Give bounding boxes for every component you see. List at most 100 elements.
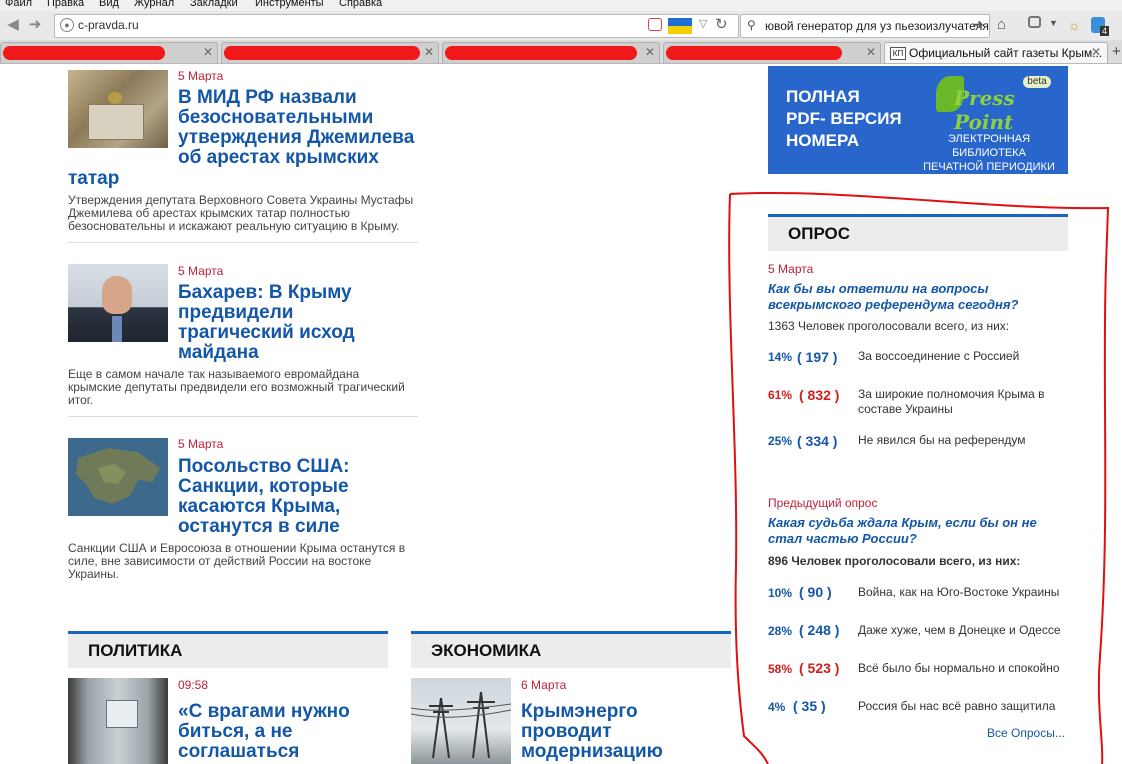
headline-line[interactable]: соглашаться <box>178 742 388 762</box>
headline-line[interactable]: Посольство США: <box>178 457 428 477</box>
poll-answer-line: За воссоединение с Россией <box>858 349 1020 363</box>
tab-4[interactable]: ✕ <box>663 42 881 63</box>
tab-strip: ✕ ✕ ✕ ✕ КП Официальный сайт газеты Крым.… <box>0 40 1122 64</box>
article-lede: Санкции США и Евросоюза в отношении Крым… <box>68 542 428 581</box>
headline-line[interactable]: останутся в силе <box>178 517 428 537</box>
close-icon[interactable]: ✕ <box>645 45 655 59</box>
poll-percent: 61% <box>768 388 793 402</box>
headline-line[interactable]: касаются Крыма, <box>178 497 428 517</box>
article-thumbnail[interactable] <box>68 70 168 148</box>
poll-percent: 4% <box>768 700 786 714</box>
headline-line[interactable]: майдана <box>178 343 428 363</box>
poll-question-line[interactable]: стал частью России? <box>768 531 1068 547</box>
headline-line[interactable]: трагический исход <box>178 323 428 343</box>
menu-dropdown-icon[interactable]: ▼ <box>1049 18 1058 28</box>
article-headline[interactable]: Бахарев: В Крыму предвидели трагический … <box>178 283 428 363</box>
section-heading-politics[interactable]: ПОЛИТИКА <box>68 634 388 668</box>
tab-active[interactable]: КП Официальный сайт газеты Крым... ✕ <box>884 42 1108 63</box>
article-thumbnail[interactable] <box>68 678 168 764</box>
article-headline[interactable]: В МИД РФ назвали безосновательными утвер… <box>178 88 428 168</box>
article-headline[interactable]: «С врагами нужно биться, а не соглашатьс… <box>178 702 388 762</box>
forward-arrow-icon[interactable]: ➜ <box>26 17 44 33</box>
back-arrow-icon[interactable]: ◀ <box>4 17 22 33</box>
poll-answer: Война, как на Юго-Востоке Украины <box>858 585 1060 599</box>
previous-poll-question[interactable]: Какая судьба ждала Крым, если бы он не с… <box>768 515 1068 547</box>
headline-line[interactable]: Крымэнерго <box>521 702 731 722</box>
poll-count: ( 248 ) <box>799 622 840 638</box>
article-headline[interactable]: Крымэнерго проводит модернизацию <box>521 702 731 762</box>
portrait-face <box>102 276 132 314</box>
pocket-icon[interactable] <box>1028 16 1041 28</box>
presspoint-logo: Press Point <box>954 86 1015 134</box>
menu-edit[interactable]: Правка <box>47 0 84 9</box>
headline-line[interactable]: татар <box>68 169 119 189</box>
headline-line[interactable]: Санкции, которые <box>178 477 428 497</box>
article-divider <box>68 416 418 417</box>
poll-count: ( 334 ) <box>797 433 838 449</box>
article-date: 5 Марта <box>178 69 224 83</box>
headline-line[interactable]: проводит <box>521 722 731 742</box>
headline-line[interactable]: модернизацию <box>521 742 731 762</box>
article-thumbnail[interactable] <box>68 438 168 516</box>
headline-line[interactable]: об арестах крымских <box>178 148 428 168</box>
poll-question[interactable]: Как бы вы ответили на вопросы всекрымско… <box>768 281 1068 313</box>
menu-bookmarks[interactable]: Закладки <box>190 0 238 9</box>
extension-icon[interactable]: ☼ <box>1068 17 1081 33</box>
redaction-mark <box>445 46 637 60</box>
home-icon[interactable]: ⌂ <box>997 16 1006 33</box>
close-icon[interactable]: ✕ <box>866 45 876 59</box>
poll-answer: Даже хуже, чем в Донецке и Одессе <box>858 623 1061 637</box>
poll-count: ( 523 ) <box>799 660 840 676</box>
menu-file[interactable]: Файл <box>5 0 32 9</box>
lede-line: крымские депутаты предвидели его возможн… <box>68 380 405 394</box>
tab-2[interactable]: ✕ <box>221 42 439 63</box>
new-tab-icon[interactable]: + <box>1112 43 1121 60</box>
pdf-version-banner[interactable]: ПОЛНАЯ PDF- ВЕРСИЯ НОМЕРА Press Point be… <box>768 66 1068 174</box>
headline-line[interactable]: биться, а не <box>178 722 388 742</box>
pocket-save-icon[interactable] <box>648 18 662 31</box>
banner-subtitle: ЭЛЕКТРОННАЯ БИБЛИОТЕКА ПЕЧАТНОЙ ПЕРИОДИК… <box>914 132 1064 174</box>
portrait-tie <box>112 316 122 342</box>
headline-line[interactable]: утверждения Джемилева <box>178 128 428 148</box>
menu-view[interactable]: Вид <box>99 0 119 9</box>
poll-answer: Не явился бы на референдум <box>858 433 1063 448</box>
banner-line: НОМЕРА <box>786 131 860 150</box>
article-thumbnail[interactable] <box>411 678 511 764</box>
article-headline[interactable]: Посольство США: Санкции, которые касаютс… <box>178 457 428 537</box>
close-icon[interactable]: ✕ <box>1091 45 1101 59</box>
previous-poll-total: 896 Человек проголосовали всего, из них: <box>768 554 1021 568</box>
poll-question-line[interactable]: Как бы вы ответили на вопросы <box>768 281 1068 297</box>
menu-history[interactable]: Журнал <box>134 0 174 9</box>
article-thumbnail[interactable] <box>68 264 168 342</box>
headline-line[interactable]: «С врагами нужно <box>178 702 388 722</box>
article-date: 5 Марта <box>178 437 224 451</box>
tab-3[interactable]: ✕ <box>442 42 660 63</box>
poll-answer: За воссоединение с Россией <box>858 349 1063 364</box>
menu-tools[interactable]: Инструменты <box>255 0 324 9</box>
headline-line[interactable]: предвидели <box>178 303 428 323</box>
url-text[interactable]: c-pravda.ru <box>78 18 139 32</box>
headline-line[interactable]: Бахарев: В Крыму <box>178 283 428 303</box>
search-icon: ⚲ <box>747 18 756 32</box>
previous-poll-label: Предыдущий опрос <box>768 496 878 510</box>
headline-line[interactable]: безосновательными <box>178 108 428 128</box>
reload-icon[interactable]: ↻ <box>715 15 728 33</box>
search-bar[interactable]: ⚲ ювой генератор для уз пьезоизлучателя … <box>740 14 990 38</box>
tab-1[interactable]: ✕ <box>0 42 218 63</box>
url-bar[interactable]: ● c-pravda.ru ▽ ↻ <box>54 14 739 38</box>
poll-percent: 25% <box>768 434 793 448</box>
redaction-mark <box>666 46 842 60</box>
headline-line[interactable]: В МИД РФ назвали <box>178 88 428 108</box>
all-polls-link[interactable]: Все Опросы... <box>987 726 1065 740</box>
search-input[interactable]: ювой генератор для уз пьезоизлучателя <box>765 19 989 33</box>
poll-question-line[interactable]: всекрымского референдума сегодня? <box>768 297 1068 313</box>
url-dropdown-icon[interactable]: ▽ <box>699 17 707 30</box>
section-heading-economy[interactable]: ЭКОНОМИКА <box>411 634 731 668</box>
close-icon[interactable]: ✕ <box>424 45 434 59</box>
menu-help[interactable]: Справка <box>339 0 382 9</box>
poll-date: 5 Марта <box>768 262 814 276</box>
search-go-icon[interactable]: ➜ <box>972 16 984 33</box>
close-icon[interactable]: ✕ <box>203 45 213 59</box>
poll-question-line[interactable]: Какая судьба ждала Крым, если бы он не <box>768 515 1068 531</box>
poll-percent: 14% <box>768 350 793 364</box>
